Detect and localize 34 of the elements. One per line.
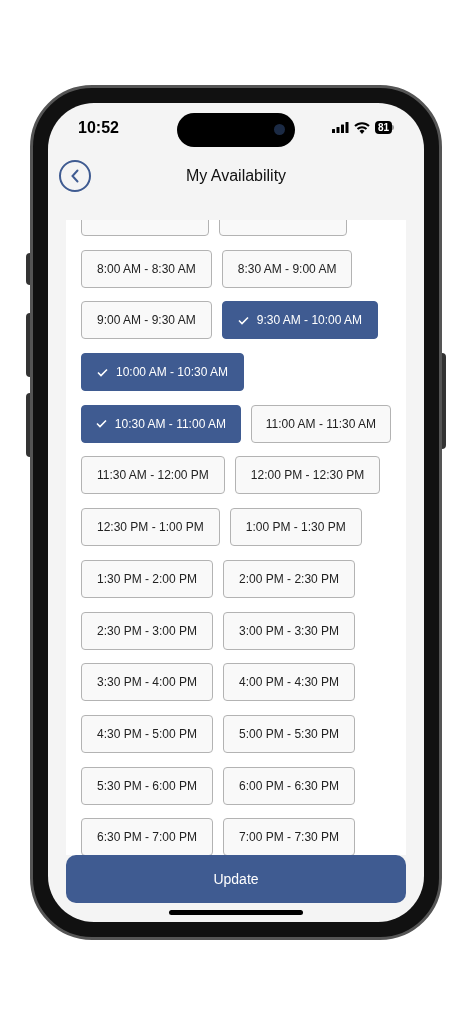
time-slot-chip[interactable]: 2:00 PM - 2:30 PM — [223, 559, 356, 598]
wifi-icon — [353, 121, 370, 134]
status-time: 10:52 — [78, 117, 119, 138]
update-button[interactable]: Update — [66, 855, 406, 903]
time-slot-chip[interactable]: 5:30 PM - 6:00 PM — [81, 766, 214, 805]
time-slot-chip[interactable]: 10:30 AM - 11:00 AM — [81, 404, 241, 443]
time-slot-chip[interactable]: 1:00 PM - 1:30 PM — [229, 508, 362, 547]
time-slot-chip[interactable]: 12:30 PM - 1:00 PM — [81, 508, 220, 547]
check-icon — [97, 367, 108, 377]
time-slot-chip[interactable]: 9:30 AM - 10:00 AM — [221, 301, 379, 340]
page-title: My Availability — [185, 166, 288, 186]
time-slot-chip[interactable]: 4:30 PM - 5:00 PM — [81, 714, 214, 753]
battery-indicator: 81 — [374, 121, 394, 134]
time-slot-chip[interactable]: 8:30 AM - 9:00 AM — [221, 249, 353, 288]
signal-icon — [331, 122, 349, 133]
check-icon — [237, 315, 249, 325]
time-slot-chip[interactable]: 6:30 PM - 7:00 PM — [81, 818, 214, 855]
time-slot-chip[interactable]: 11:30 AM - 12:00 PM — [81, 456, 225, 495]
time-slot-chip[interactable]: 9:00 AM - 9:30 AM — [81, 301, 212, 340]
time-slot-chip[interactable]: 6:00 PM - 6:30 PM — [223, 766, 356, 805]
time-slot-chip[interactable]: 1:30 PM - 2:00 PM — [81, 559, 214, 598]
time-slot-chip[interactable]: 5:00 PM - 5:30 PM — [223, 714, 356, 753]
time-slot-chip[interactable]: 12:00 PM - 12:30 PM — [234, 456, 381, 495]
back-button[interactable] — [59, 160, 91, 192]
time-slot-chip[interactable]: 4:00 PM - 4:30 PM — [223, 663, 356, 702]
back-icon — [70, 169, 80, 183]
time-slot-chip[interactable]: 11:00 AM - 11:30 AM — [250, 404, 391, 443]
time-slot-chip[interactable]: 8:00 AM - 8:30 AM — [81, 249, 212, 288]
check-icon — [95, 419, 107, 429]
time-slot-chip[interactable]: 7:00 PM - 7:30 PM — [223, 818, 356, 855]
time-slot-chip[interactable]: 3:00 PM - 3:30 PM — [223, 611, 356, 650]
time-slot-chip[interactable]: 10:00 AM - 10:30 AM — [81, 353, 245, 392]
time-slot-chip[interactable]: 2:30 PM - 3:00 PM — [81, 611, 214, 650]
time-slot-chip[interactable]: 3:30 PM - 4:00 PM — [81, 663, 214, 702]
